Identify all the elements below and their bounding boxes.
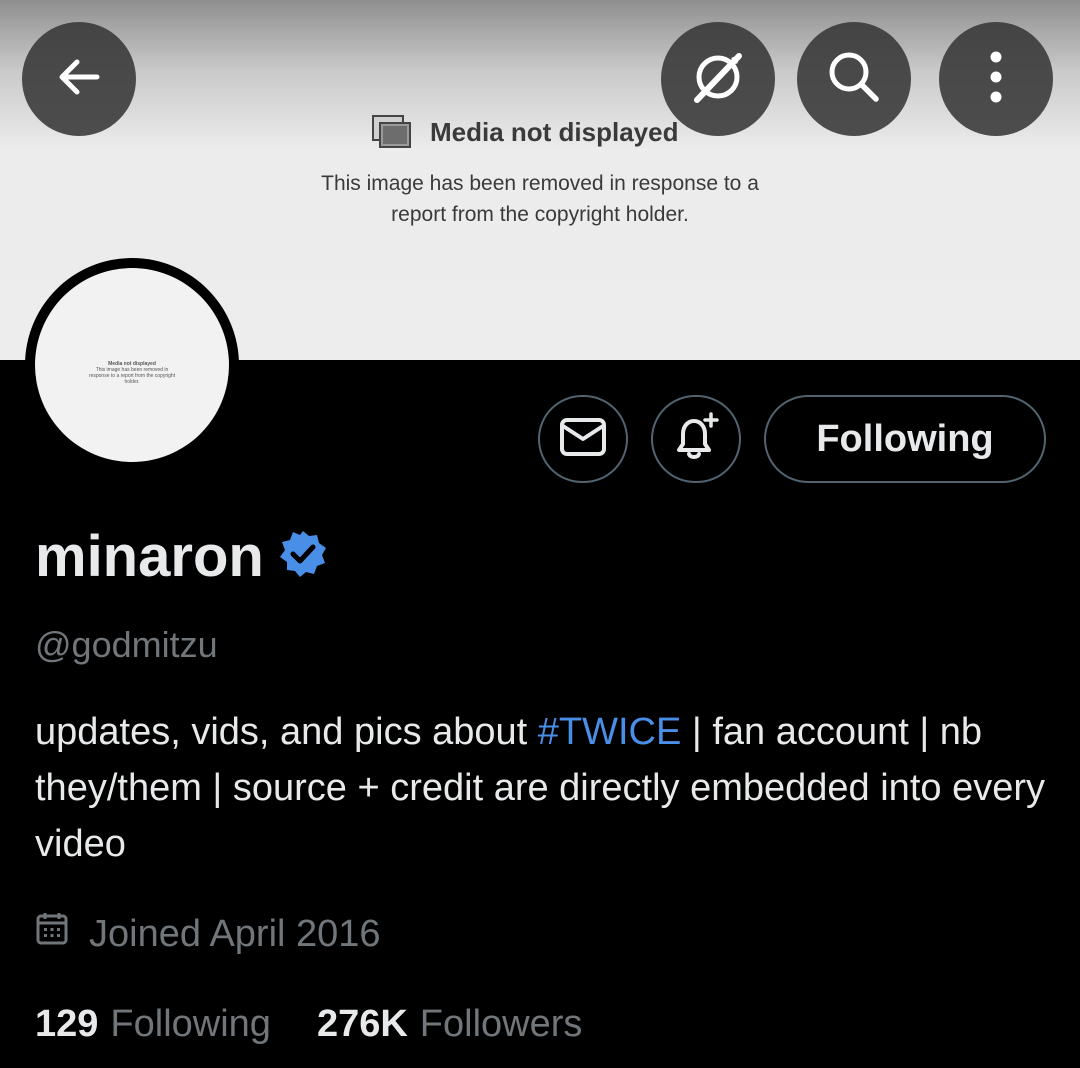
avatar-image-placeholder: Media not displayed This image has been … (35, 268, 229, 462)
back-button[interactable] (22, 22, 136, 136)
media-placeholder-icon (372, 115, 412, 149)
media-removed-line-2: report from the copyright holder. (391, 203, 689, 226)
more-options-button[interactable] (939, 22, 1053, 136)
more-vertical-icon (986, 49, 1006, 110)
profile-bio: updates, vids, and pics about #TWICE | f… (35, 704, 1045, 872)
media-removed-line-1: This image has been removed in response … (321, 172, 759, 195)
joined-date-text: Joined April 2016 (89, 912, 381, 955)
grok-button[interactable] (661, 22, 775, 136)
following-button[interactable]: Following (764, 395, 1046, 483)
followers-stat[interactable]: 276K Followers (317, 1003, 582, 1046)
avatar-placeholder-desc: This image has been removed in response … (88, 367, 176, 385)
profile-avatar[interactable]: Media not displayed This image has been … (25, 258, 239, 472)
media-removed-description: This image has been removed in response … (260, 168, 820, 230)
avatar-placeholder-text: Media not displayed This image has been … (35, 361, 229, 385)
following-label: Following (110, 1002, 271, 1045)
grok-icon (687, 46, 749, 113)
profile-handle: @godmitzu (35, 624, 218, 665)
search-button[interactable] (797, 22, 911, 136)
followers-label: Followers (419, 1002, 583, 1045)
followers-count: 276K (316, 1002, 408, 1045)
media-not-displayed-title: Media not displayed (430, 116, 679, 147)
following-stat[interactable]: 129 Following (35, 1003, 271, 1046)
calendar-icon (35, 911, 69, 957)
envelope-icon (559, 417, 607, 462)
message-button[interactable] (538, 395, 628, 483)
bio-text-start: updates, vids, and pics about (35, 711, 538, 753)
follow-stats: 129 Following 276K Followers (35, 996, 582, 1052)
bio-hashtag-link[interactable]: #TWICE (538, 711, 682, 753)
verified-badge-icon[interactable] (278, 529, 328, 584)
search-icon (824, 47, 884, 112)
bell-plus-icon (669, 410, 723, 469)
following-count: 129 (35, 1002, 99, 1045)
display-name: minaron (35, 523, 264, 589)
display-name-row: minaron (35, 520, 328, 592)
notify-button[interactable] (651, 395, 741, 483)
joined-date-row: Joined April 2016 (35, 906, 381, 962)
arrow-left-icon (51, 49, 107, 110)
media-not-displayed-header: Media not displayed (372, 112, 679, 152)
